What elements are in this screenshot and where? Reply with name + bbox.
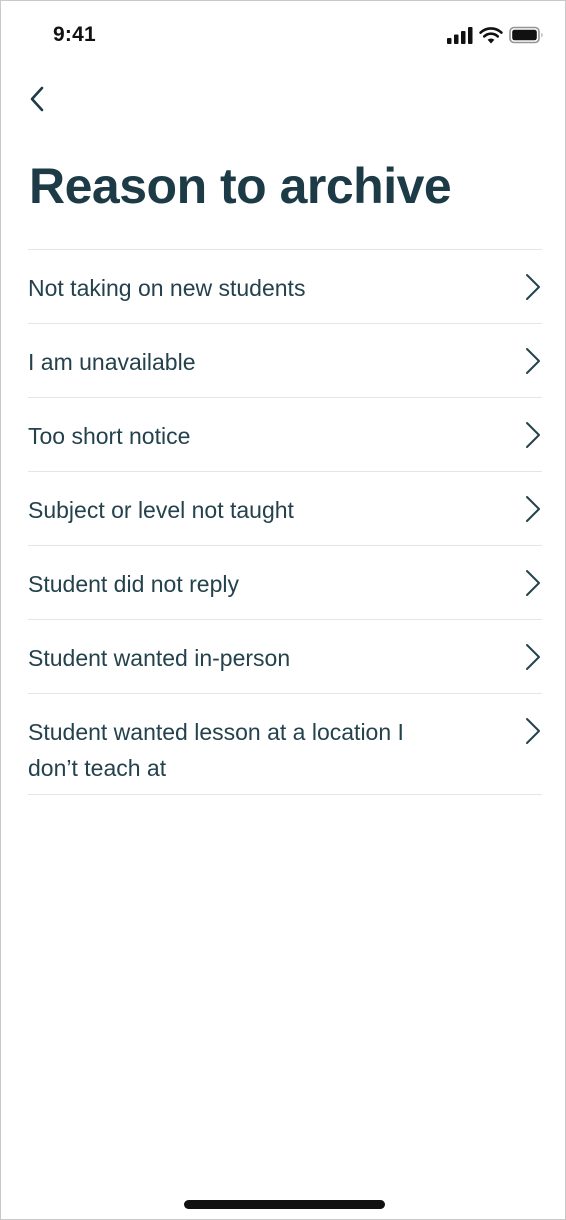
reason-item-unavailable[interactable]: I am unavailable <box>28 324 542 398</box>
reason-label: Subject or level not taught <box>28 497 294 523</box>
chevron-right-icon <box>526 718 540 744</box>
reason-label: I am unavailable <box>28 349 196 375</box>
page-title: Reason to archive <box>29 158 452 214</box>
reason-item-too-short-notice[interactable]: Too short notice <box>28 398 542 472</box>
status-bar: 9:41 <box>1 1 566 73</box>
phone-screen: 9:41 Reason to archive Not taking on new… <box>0 0 566 1220</box>
reason-label: Student wanted lesson at a location I do… <box>28 719 404 781</box>
reason-item-not-taking-new-students[interactable]: Not taking on new students <box>28 250 542 324</box>
chevron-right-icon <box>526 422 540 448</box>
reason-item-wanted-in-person[interactable]: Student wanted in-person <box>28 620 542 694</box>
signal-icon <box>447 26 473 49</box>
battery-icon <box>509 26 545 49</box>
reason-item-location-not-taught[interactable]: Student wanted lesson at a location I do… <box>28 694 542 795</box>
chevron-right-icon <box>526 496 540 522</box>
reason-list: Not taking on new students I am unavaila… <box>28 249 542 795</box>
chevron-right-icon <box>526 570 540 596</box>
back-button[interactable] <box>19 83 55 119</box>
chevron-right-icon <box>526 274 540 300</box>
chevron-right-icon <box>526 644 540 670</box>
wifi-icon <box>479 26 503 49</box>
reason-label: Not taking on new students <box>28 275 306 301</box>
reason-label: Student wanted in-person <box>28 645 291 671</box>
reason-item-subject-not-taught[interactable]: Subject or level not taught <box>28 472 542 546</box>
status-icons <box>447 26 545 49</box>
reason-item-student-did-not-reply[interactable]: Student did not reply <box>28 546 542 620</box>
chevron-left-icon <box>29 86 45 117</box>
status-time: 9:41 <box>53 23 96 46</box>
reason-label: Too short notice <box>28 423 191 449</box>
chevron-right-icon <box>526 348 540 374</box>
home-indicator[interactable] <box>184 1200 385 1209</box>
reason-label: Student did not reply <box>28 571 239 597</box>
